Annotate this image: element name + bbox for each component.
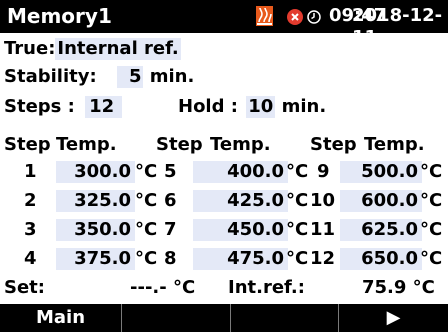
step-number: 1 (24, 161, 37, 182)
temp-unit: °C (420, 161, 443, 182)
main-button[interactable]: Main (0, 304, 121, 332)
temp-unit: °C (286, 248, 309, 269)
hold-value[interactable]: 10 (246, 96, 276, 118)
temp-value[interactable]: 400.0 (193, 161, 288, 183)
temp-value[interactable]: 450.0 (193, 219, 288, 241)
temp-unit: °C (135, 219, 158, 240)
header-temp-1: Temp. (56, 134, 117, 155)
temp-value[interactable]: 375.0 (56, 248, 135, 270)
header-step-2: Step (156, 134, 203, 155)
header-temp-2: Temp. (210, 134, 271, 155)
hold-unit: min. (281, 96, 327, 117)
intref-value: 75.9 °C (362, 277, 435, 298)
true-label: True: (4, 38, 56, 59)
header-step-3: Step (310, 134, 357, 155)
status-bar: Memory1 09:47 2018-12-11 (0, 0, 448, 48)
step-number: 5 (164, 161, 177, 182)
stability-unit: min. (149, 66, 195, 87)
step-number: 3 (24, 219, 37, 240)
temp-unit: °C (286, 190, 309, 211)
play-button[interactable]: ▶ (339, 304, 448, 332)
set-value: ---.- °C (130, 277, 196, 298)
steps-row: Steps : 12 (4, 96, 123, 118)
temp-unit: °C (286, 219, 309, 240)
intref-label: Int.ref.: (228, 277, 305, 298)
softkey-bar: Main ▶ (0, 304, 448, 332)
step-number: 7 (164, 219, 177, 240)
temp-value[interactable]: 500.0 (340, 161, 422, 183)
header-step-1: Step (4, 134, 51, 155)
softkey-2[interactable] (122, 304, 230, 332)
error-icon (287, 9, 303, 25)
steps-label: Steps : (4, 96, 75, 117)
softkey-3[interactable] (231, 304, 338, 332)
temp-unit: °C (135, 248, 158, 269)
step-number: 4 (24, 248, 37, 269)
clock-icon (307, 9, 321, 24)
step-number: 2 (24, 190, 37, 211)
temp-unit: °C (135, 190, 158, 211)
temp-value[interactable]: 350.0 (56, 219, 135, 241)
temp-value[interactable]: 650.0 (340, 248, 422, 270)
temp-unit: °C (286, 161, 309, 182)
step-number: 8 (164, 248, 177, 269)
temp-value[interactable]: 600.0 (340, 190, 422, 212)
step-number: 6 (164, 190, 177, 211)
temp-value[interactable]: 625.0 (340, 219, 422, 241)
step-number: 10 (310, 190, 336, 211)
header-temp-3: Temp. (364, 134, 425, 155)
steps-value[interactable]: 12 (85, 96, 123, 118)
hold-row: Hold : 10 min. (178, 96, 326, 118)
temp-value[interactable]: 425.0 (193, 190, 288, 212)
set-label: Set: (4, 277, 45, 298)
temp-value[interactable]: 475.0 (193, 248, 288, 270)
step-number: 11 (310, 219, 336, 240)
step-number: 12 (310, 248, 336, 269)
hold-label: Hold : (178, 96, 238, 117)
true-row: True: Internal ref. (4, 38, 181, 60)
temp-unit: °C (420, 219, 443, 240)
temp-unit: °C (420, 190, 443, 211)
temp-unit: °C (135, 161, 158, 182)
temp-value[interactable]: 325.0 (56, 190, 135, 212)
temp-unit: °C (420, 248, 443, 269)
clock-date: 2018-12-11 (352, 5, 443, 48)
stability-label: Stability: (4, 66, 97, 87)
stability-row: Stability: 5 min. (4, 66, 194, 88)
heating-icon (256, 6, 273, 26)
memory-title: Memory1 (7, 4, 112, 28)
stability-value[interactable]: 5 (116, 66, 144, 88)
step-number: 9 (317, 161, 330, 182)
temp-value[interactable]: 300.0 (56, 161, 135, 183)
true-value[interactable]: Internal ref. (55, 38, 181, 60)
play-icon: ▶ (386, 307, 401, 328)
